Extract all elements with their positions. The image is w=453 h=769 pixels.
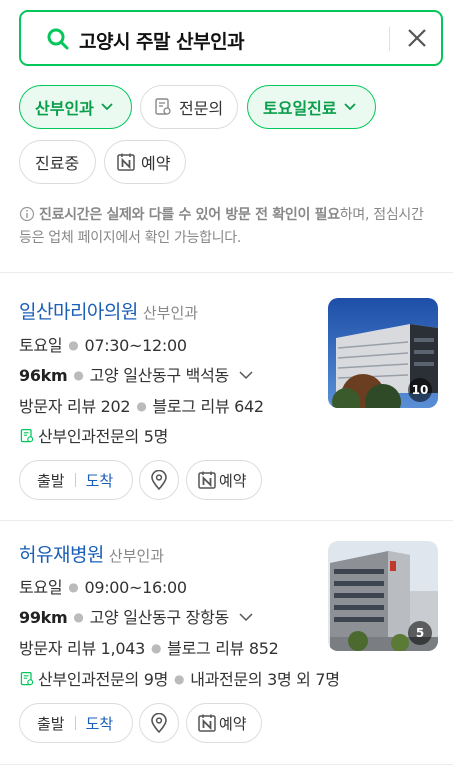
specialist-count: 산부인과전문의 5명 [38,427,169,446]
chevron-down-icon [239,371,253,380]
chevron-down-icon [101,103,113,111]
section-divider [0,764,453,765]
reserve-button[interactable]: 예약 [186,703,262,743]
photo-count-badge: 10 [408,378,432,402]
hours-value: 07:30~12:00 [84,336,187,355]
specialist-count: 산부인과전문의 9명 [38,670,169,689]
search-input[interactable]: 고양시 주말 산부인과 [79,27,245,54]
hours-line: 토요일 ● 09:00~16:00 [19,578,187,597]
visitor-reviews[interactable]: 방문자 리뷰 1,043 [19,639,145,658]
filter-chip-obgyn[interactable]: 산부인과 [19,85,132,129]
filter-chip-reservation[interactable]: 예약 [104,140,186,184]
section-divider [0,520,453,521]
directions-button[interactable]: 출발 도착 [19,703,133,743]
filter-chip-saturday[interactable]: 토요일진료 [247,85,376,129]
place-category: 산부인과 [108,547,165,565]
address: 고양 일산동구 장항동 [89,608,230,627]
reviews-line: 방문자 리뷰 202 ● 블로그 리뷰 642 [19,397,264,416]
chip-label: 산부인과 [35,99,94,118]
place-photo[interactable]: 10 [328,298,438,408]
hours-notice: 진료시간은 실제와 다를 수 있어 방문 전 확인이 필요하며, 점심시간 등은… [19,204,439,250]
depart-label[interactable]: 출발 [37,470,65,491]
photo-count-badge: 5 [408,621,432,645]
depart-label[interactable]: 출발 [37,713,65,734]
certificate-icon [20,671,34,686]
search-icon [47,28,69,50]
reserve-button[interactable]: 예약 [186,460,262,500]
place-name-link[interactable]: 허유재병원 [19,544,104,566]
day-label: 토요일 [19,578,63,597]
chevron-down-icon [239,613,253,622]
search-bar[interactable]: 고양시 주말 산부인과 [19,10,443,66]
map-pin-button[interactable] [139,460,179,500]
chip-label: 전문의 [179,99,224,118]
certificate-icon [155,98,171,115]
map-pin-button[interactable] [139,703,179,743]
search-divider [389,27,390,51]
hours-value: 09:00~16:00 [84,578,187,597]
chip-label: 예약 [141,154,171,173]
address: 고양 일산동구 백석동 [89,366,230,385]
address-line[interactable]: 99km ● 고양 일산동구 장항동 [19,604,254,628]
blog-reviews[interactable]: 블로그 리뷰 642 [152,397,264,416]
place-name-link[interactable]: 일산마리아의원 [19,301,138,323]
location-pin-icon [151,713,167,733]
day-label: 토요일 [19,336,63,355]
address-line[interactable]: 96km ● 고양 일산동구 백석동 [19,362,254,386]
notice-bold: 진료시간은 실제와 다를 수 있어 방문 전 확인이 필요 [39,207,340,223]
directions-button[interactable]: 출발 도착 [19,460,133,500]
location-pin-icon [151,470,167,490]
distance: 99km [19,608,68,627]
chip-label: 진료중 [35,154,80,173]
filter-chip-open-now[interactable]: 진료중 [19,140,96,184]
reviews-line: 방문자 리뷰 1,043 ● 블로그 리뷰 852 [19,639,279,658]
result-title-row: 일산마리아의원 산부인과 [19,297,198,324]
info-icon [19,206,35,222]
visitor-reviews[interactable]: 방문자 리뷰 202 [19,397,131,416]
close-icon[interactable] [405,26,429,50]
place-category: 산부인과 [142,304,199,322]
blog-reviews[interactable]: 블로그 리뷰 852 [167,639,279,658]
result-title-row: 허유재병원 산부인과 [19,540,164,567]
filter-chip-specialist[interactable]: 전문의 [140,85,238,129]
hours-line: 토요일 ● 07:30~12:00 [19,336,187,355]
reserve-label: 예약 [219,471,247,490]
reserve-label: 예약 [219,714,247,733]
distance: 96km [19,366,68,385]
chip-label: 토요일진료 [263,99,337,118]
arrive-label[interactable]: 도착 [86,713,114,734]
chevron-down-icon [343,103,356,111]
place-photo[interactable]: 5 [328,541,438,651]
section-divider [0,272,453,273]
naver-n-icon [117,153,135,171]
specialists-line: 산부인과전문의 5명 [19,423,168,447]
specialists-line: 산부인과전문의 9명 ● 내과전문의 3명 외 7명 [19,666,340,690]
specialist-count: 내과전문의 3명 외 7명 [190,670,340,689]
certificate-icon [20,428,34,443]
naver-n-icon [198,471,216,489]
naver-n-icon [198,714,216,732]
arrive-label[interactable]: 도착 [86,470,114,491]
